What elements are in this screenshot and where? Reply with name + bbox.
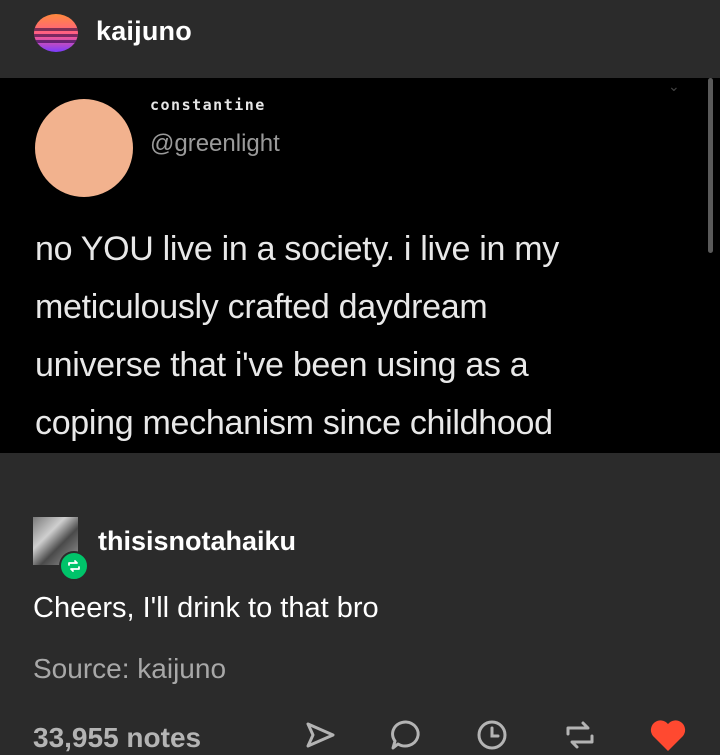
reblog-comment: Cheers, I'll drink to that bro bbox=[33, 592, 379, 624]
tweet-text-line: coping mechanism since childhood bbox=[35, 404, 553, 442]
notes-count[interactable]: 33,955 notes bbox=[33, 722, 201, 754]
post-header: kaijuno bbox=[0, 0, 720, 78]
tweet-display-name: constantine bbox=[150, 96, 266, 114]
tweet-text: no YOU live in a society. i live in my m… bbox=[35, 220, 675, 452]
tweet-avatar bbox=[35, 99, 133, 197]
embedded-tweet: constantine @greenlight no YOU live in a… bbox=[0, 78, 720, 453]
author-avatar[interactable] bbox=[34, 14, 78, 52]
author-username[interactable]: kaijuno bbox=[96, 16, 192, 47]
tweet-handle: @greenlight bbox=[150, 130, 280, 157]
scrollbar[interactable] bbox=[708, 78, 713, 253]
source-line: Source: kaijuno bbox=[33, 653, 226, 685]
tweet-text-line: universe that i've been using as a bbox=[35, 346, 529, 384]
reblog-icon[interactable] bbox=[560, 715, 600, 755]
reblog-badge-icon bbox=[59, 551, 89, 581]
reply-icon[interactable] bbox=[386, 715, 426, 755]
chevron-down-icon: ⌄ bbox=[668, 78, 680, 94]
like-icon[interactable] bbox=[648, 715, 688, 755]
tweet-text-line: meticulously crafted daydream bbox=[35, 288, 488, 326]
source-label: Source: bbox=[33, 653, 130, 684]
reblog-section: thisisnotahaiku Cheers, I'll drink to th… bbox=[0, 453, 720, 754]
reblogger-username[interactable]: thisisnotahaiku bbox=[98, 526, 296, 557]
share-icon[interactable] bbox=[300, 715, 340, 755]
source-link[interactable]: kaijuno bbox=[137, 653, 226, 684]
queue-icon[interactable] bbox=[472, 715, 512, 755]
tweet-text-line: no YOU live in a society. i live in my bbox=[35, 230, 559, 268]
